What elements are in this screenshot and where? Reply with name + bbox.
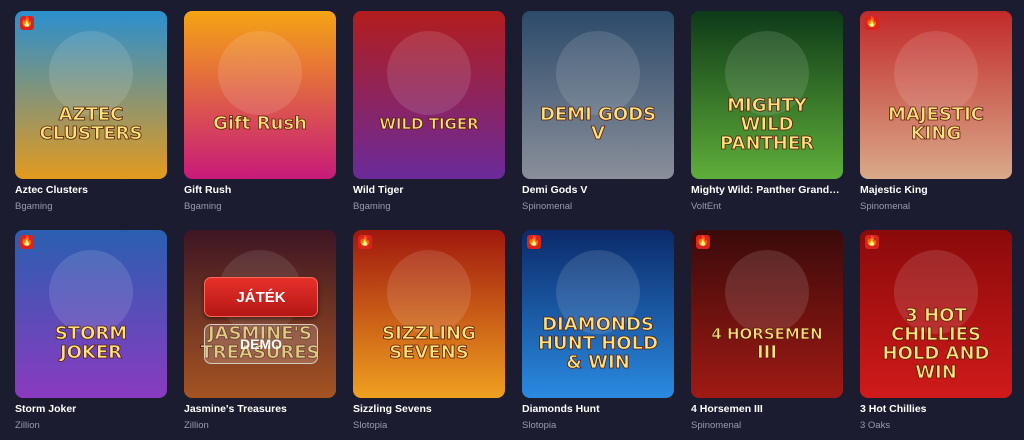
artwork-logo-text: MIGHTY [727, 95, 808, 116]
game-thumbnail[interactable]: DIAMONDS HUNT HOLD & WIN 🔥 [522, 230, 674, 398]
artwork-logo-text: III [757, 342, 777, 363]
game-provider: Zillion [15, 420, 40, 431]
game-card[interactable]: SIZZLING SEVENS 🔥 Sizzling Sevens Slotopia [353, 230, 505, 439]
game-provider: Spinomenal [691, 420, 742, 431]
game-title: Wild Tiger [353, 184, 404, 196]
game-thumbnail[interactable]: MIGHTY WILD PANTHER [691, 11, 843, 179]
game-thumbnail[interactable]: WILD TIGER [353, 11, 505, 179]
artwork-logo-text: SEVENS [389, 342, 469, 363]
game-artwork: DIAMONDSHUNT HOLD& WIN [522, 230, 674, 398]
game-thumbnail[interactable]: AZTEC CLUSTERS 🔥 [15, 11, 167, 179]
game-title: Mighty Wild: Panther Grand Diamond Editi… [691, 184, 841, 196]
artwork-logo-text: JOKER [58, 342, 122, 363]
game-grid: AZTEC CLUSTERS 🔥 Aztec Clusters Bgaming Gift … [15, 11, 1012, 439]
game-artwork: 4 HORSEMENIII [691, 230, 843, 398]
fire-icon: 🔥 [865, 235, 879, 249]
game-title: Diamonds Hunt [522, 403, 600, 415]
game-provider: Bgaming [15, 201, 53, 212]
game-title: Demi Gods V [522, 184, 588, 196]
artwork-logo-text: STORM [55, 323, 127, 344]
game-title: Sizzling Sevens [353, 403, 432, 415]
game-thumbnail[interactable]: 3 HOT CHILLIES HOLD AND WIN 🔥 [860, 230, 1012, 398]
game-thumbnail[interactable]: SIZZLING SEVENS 🔥 [353, 230, 505, 398]
game-card[interactable]: STORM JOKER 🔥 Storm Joker Zillion [15, 230, 167, 439]
artwork-logo-text: DEMI GODS [540, 104, 656, 125]
game-card[interactable]: 3 HOT CHILLIES HOLD AND WIN 🔥 3 Hot Chillies 3… [860, 230, 1012, 439]
game-artwork: 3 HOTCHILLIESHOLD ANDWIN [860, 230, 1012, 398]
game-thumbnail[interactable]: DEMI GODS V [522, 11, 674, 179]
game-title: 3 Hot Chillies [860, 403, 927, 415]
game-title: 4 Horsemen III [691, 403, 763, 415]
demo-button[interactable]: DEMO [204, 324, 318, 364]
game-provider: VoltEnt [691, 201, 722, 212]
game-artwork: DEMI GODSV [522, 11, 674, 179]
artwork-logo-text: KING [911, 123, 961, 144]
game-thumbnail[interactable]: JASMINE'S TREASURES JÁTÉK DEMO [184, 230, 336, 398]
artwork-logo-text: CHILLIES [891, 324, 981, 345]
game-provider: Spinomenal [522, 201, 573, 212]
game-artwork: WILD TIGER [353, 11, 505, 179]
game-card[interactable]: 4 HORSEMEN III 🔥 4 Horsemen III Spinomenal [691, 230, 843, 439]
fire-icon: 🔥 [20, 235, 34, 249]
game-card[interactable]: DIAMONDS HUNT HOLD & WIN 🔥 Diamonds Hunt Slot… [522, 230, 674, 439]
fire-icon: 🔥 [696, 235, 710, 249]
game-card[interactable]: JASMINE'S TREASURES JÁTÉK DEMO Jasmine's Tre… [184, 230, 336, 439]
artwork-logo-text: V [591, 123, 605, 144]
play-button[interactable]: JÁTÉK [204, 277, 318, 317]
game-provider: Slotopia [522, 420, 557, 431]
artwork-logo-text: 3 HOT [905, 305, 967, 326]
artwork-logo-text: WIN [915, 362, 957, 383]
game-provider: Zillion [184, 420, 209, 431]
game-card[interactable]: MIGHTY WILD PANTHER Mighty Wild: Panther Gr… [691, 11, 843, 220]
artwork-logo-text: Gift Rush [213, 113, 307, 134]
game-thumbnail[interactable]: STORM JOKER 🔥 [15, 230, 167, 398]
game-artwork: MAJESTICKING [860, 11, 1012, 179]
game-card[interactable]: WILD TIGER Wild Tiger Bgaming [353, 11, 505, 220]
artwork-logo-text: WILD [741, 114, 794, 135]
game-artwork: STORMJOKER [15, 230, 167, 398]
game-title: Gift Rush [184, 184, 232, 196]
artwork-logo-text: MAJESTIC [888, 104, 984, 125]
artwork-logo-text: 4 HORSEMEN [711, 325, 822, 343]
artwork-logo-text: DIAMONDS [542, 314, 654, 335]
game-thumbnail[interactable]: 4 HORSEMEN III 🔥 [691, 230, 843, 398]
artwork-logo-text: AZTEC [59, 104, 124, 125]
artwork-logo-text: PANTHER [720, 133, 814, 154]
game-provider: 3 Oaks [860, 420, 891, 431]
game-provider: Bgaming [184, 201, 222, 212]
game-artwork: SIZZLINGSEVENS [353, 230, 505, 398]
game-title: Majestic King [860, 184, 928, 196]
game-artwork: MIGHTYWILDPANTHER [691, 11, 843, 179]
artwork-logo-text: & WIN [566, 352, 630, 373]
game-title: Aztec Clusters [15, 184, 88, 196]
game-provider: Slotopia [353, 420, 388, 431]
artwork-logo-text: SIZZLING [382, 323, 476, 344]
game-thumbnail[interactable]: Gift Rush [184, 11, 336, 179]
game-card[interactable]: MAJESTIC KING 🔥 Majestic King Spinomenal [860, 11, 1012, 220]
fire-icon: 🔥 [358, 235, 372, 249]
game-card[interactable]: AZTEC CLUSTERS 🔥 Aztec Clusters Bgaming [15, 11, 167, 220]
game-artwork: AZTECCLUSTERS [15, 11, 167, 179]
game-thumbnail[interactable]: MAJESTIC KING 🔥 [860, 11, 1012, 179]
game-title: Storm Joker [15, 403, 77, 415]
game-artwork: Gift Rush [184, 11, 336, 179]
fire-icon: 🔥 [20, 16, 34, 30]
artwork-logo-text: WILD TIGER [379, 115, 479, 133]
artwork-logo-text: HUNT HOLD [538, 333, 658, 354]
fire-icon: 🔥 [527, 235, 541, 249]
game-title: Jasmine's Treasures [184, 403, 287, 415]
fire-icon: 🔥 [865, 16, 879, 30]
game-provider: Bgaming [353, 201, 391, 212]
game-card[interactable]: DEMI GODS V Demi Gods V Spinomenal [522, 11, 674, 220]
game-card[interactable]: Gift Rush Gift Rush Bgaming [184, 11, 336, 220]
artwork-logo-text: HOLD AND [883, 343, 990, 364]
artwork-logo-text: CLUSTERS [39, 123, 142, 144]
game-provider: Spinomenal [860, 201, 911, 212]
